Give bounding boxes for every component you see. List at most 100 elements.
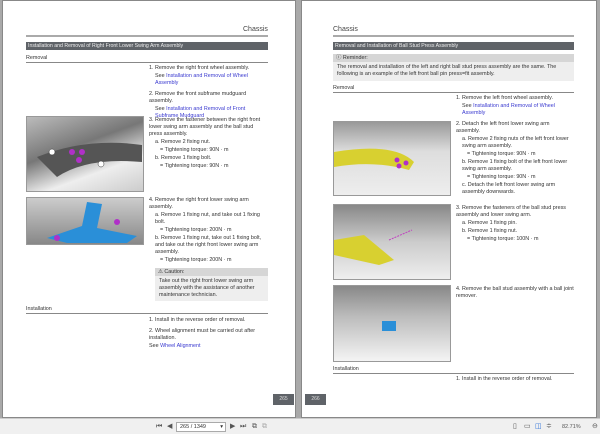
viewer-toolbar: ⏮ ◀ 265 / 1349 ▾ ▶ ⏭ ⧉ ⧉ ▯ ▭ ◫ ≑ 82.71% ⊖ xyxy=(0,418,600,434)
diagram-image xyxy=(37,142,142,177)
removal-heading: Removal xyxy=(26,55,48,61)
caution-text: Take out the right front lower swing arm… xyxy=(159,278,255,298)
wheel-alignment-link[interactable]: Wheel Alignment xyxy=(160,343,200,349)
install-step-1: 1. Install in the reverse order of remov… xyxy=(149,317,267,325)
install-step-2: 2. Wheel alignment must be carried out a… xyxy=(149,328,267,350)
torque-text: Tightening torque: 90N · m xyxy=(164,163,229,169)
step-text: 3. Remove the fasteners of the ball stud… xyxy=(456,205,566,218)
page-header: Chassis xyxy=(243,26,268,33)
torque-text: Tightening torque: 90N · m xyxy=(164,147,229,153)
two-page-view-icon[interactable]: ◫ xyxy=(535,423,542,430)
caution-header: ⚠ Caution: xyxy=(155,268,268,276)
info-icon: ⓘ xyxy=(336,55,342,61)
prev-page-icon[interactable]: ◀ xyxy=(167,423,172,430)
divider xyxy=(333,373,574,374)
step-text: 2. Detach the left front lower swing arm… xyxy=(456,121,550,134)
substep: a. Remove 2 fixing nut. xyxy=(155,139,211,145)
substep: b. Remove 1 fixing bolt of the left fron… xyxy=(462,159,568,172)
figure-ball-joint-remover xyxy=(333,285,451,362)
install-step-1: 1. Install in the reverse order of remov… xyxy=(456,376,574,384)
page-number-field[interactable]: 265 / 1349 ▾ xyxy=(176,422,226,432)
diagram-image xyxy=(382,321,396,331)
divider xyxy=(26,313,268,314)
figure-swing-arm-fasteners xyxy=(26,116,144,192)
step-text: 2. Remove the front subframe mudguard as… xyxy=(149,91,247,104)
substep: b. Remove 1 fixing nut. xyxy=(462,228,518,234)
torque-text: Tightening torque: 90N · m xyxy=(471,174,536,180)
step-text: 1. Install in the reverse order of remov… xyxy=(149,317,246,323)
step-text: 4. Remove the right front lower swing ar… xyxy=(149,197,249,210)
last-page-icon[interactable]: ⏭ xyxy=(240,423,246,430)
page-header: Chassis xyxy=(333,26,358,33)
step-text: 1. Remove the left front wheel assembly. xyxy=(456,95,553,101)
step-1: 1. Remove the left front wheel assembly.… xyxy=(456,95,574,118)
reminder-box: ⓘ Reminder: The removal and installation… xyxy=(333,54,574,81)
torque: = Tightening torque: 90N · m xyxy=(160,163,229,169)
step-2: 2. Detach the left front lower swing arm… xyxy=(456,121,574,197)
see-label: See xyxy=(149,343,159,349)
scroll-view-icon[interactable]: ≑ xyxy=(546,423,552,430)
step-text: 1. Remove the right front wheel assembly… xyxy=(149,65,250,71)
torque-text: Tightening torque: 200N · m xyxy=(164,227,232,233)
substep: c. Detach the left front lower swing arm… xyxy=(462,182,556,195)
reminder-text: The removal and installation of the left… xyxy=(337,64,557,77)
see-label: See xyxy=(155,73,165,79)
figure-swing-arm-removal xyxy=(26,197,144,245)
header-rule xyxy=(333,35,574,37)
torque: = Tightening torque: 200N · m xyxy=(160,257,232,263)
torque-text: Tightening torque: 90N · m xyxy=(471,151,536,157)
substep: b. Remove 1 fixing bolt. xyxy=(155,155,212,161)
step-text: 3. Remove the fastener between the right… xyxy=(149,117,261,137)
header-rule xyxy=(26,35,268,37)
page-number: 266 xyxy=(305,394,326,405)
reminder-header: ⓘ Reminder: xyxy=(333,54,574,62)
torque: = Tightening torque: 200N · m xyxy=(160,227,232,233)
divider xyxy=(333,92,574,93)
wheel-link[interactable]: Installation and Removal of Wheel Assemb… xyxy=(155,73,248,86)
chevron-down-icon[interactable]: ▾ xyxy=(220,423,223,432)
installation-heading: Installation xyxy=(26,306,52,312)
diagram-image xyxy=(334,148,414,170)
zoom-level[interactable]: 82.71% xyxy=(562,424,581,431)
torque: = Tightening torque: 100N · m xyxy=(467,236,539,242)
torque: = Tightening torque: 90N · m xyxy=(160,147,229,153)
right-page: Chassis Removal and Installation of Ball… xyxy=(301,0,597,418)
substep: b. Remove 1 fixing nut, take out 1 fixin… xyxy=(155,235,262,255)
step-3: 3. Remove the fasteners of the ball stud… xyxy=(456,205,574,244)
divider xyxy=(26,62,268,63)
continuous-view-icon[interactable]: ▭ xyxy=(524,423,531,430)
warning-icon: ⚠ xyxy=(158,269,163,275)
torque: = Tightening torque: 90N · m xyxy=(467,174,536,180)
first-page-icon[interactable]: ⏮ xyxy=(156,423,162,430)
step-text: 2. Wheel alignment must be carried out a… xyxy=(149,328,256,341)
wheel-link[interactable]: Installation and Removal of Wheel Assemb… xyxy=(462,103,555,116)
section-title: Installation and Removal of Right Front … xyxy=(26,42,268,50)
substep: a. Remove 2 fixing nuts of the left fron… xyxy=(462,136,569,149)
step-3: 3. Remove the fastener between the right… xyxy=(149,117,267,171)
see-label: See xyxy=(462,103,472,109)
paste-icon[interactable]: ⧉ xyxy=(262,423,267,430)
step-text: 1. Install in the reverse order of remov… xyxy=(456,376,553,382)
torque-text: Tightening torque: 200N · m xyxy=(164,257,232,263)
step-4: 4. Remove the ball stud assembly with a … xyxy=(456,286,574,301)
removal-heading: Removal xyxy=(333,85,355,91)
substep: a. Remove 1 fixing pin. xyxy=(462,220,517,226)
substep: a. Remove 1 fixing nut, and take out 1 f… xyxy=(155,212,260,225)
caution-box: ⚠ Caution: Take out the right front lowe… xyxy=(155,268,268,301)
diagram-image xyxy=(334,229,413,265)
step-1: 1. Remove the right front wheel assembly… xyxy=(149,65,267,88)
page-number: 265 xyxy=(273,394,294,405)
single-page-view-icon[interactable]: ▯ xyxy=(513,423,517,430)
step-text: 4. Remove the ball stud assembly with a … xyxy=(456,286,574,299)
step-4: 4. Remove the right front lower swing ar… xyxy=(149,197,267,265)
zoom-out-icon[interactable]: ⊖ xyxy=(592,423,598,430)
torque-text: Tightening torque: 100N · m xyxy=(471,236,539,242)
installation-heading: Installation xyxy=(333,366,359,372)
section-title: Removal and Installation of Ball Stud Pr… xyxy=(333,42,574,50)
page-field-value: 265 / 1349 xyxy=(180,424,206,430)
figure-ball-stud-fasteners xyxy=(333,204,451,280)
figure-swing-arm-detach xyxy=(333,121,451,196)
next-page-icon[interactable]: ▶ xyxy=(230,423,235,430)
copy-icon[interactable]: ⧉ xyxy=(252,423,257,430)
torque: = Tightening torque: 90N · m xyxy=(467,151,536,157)
